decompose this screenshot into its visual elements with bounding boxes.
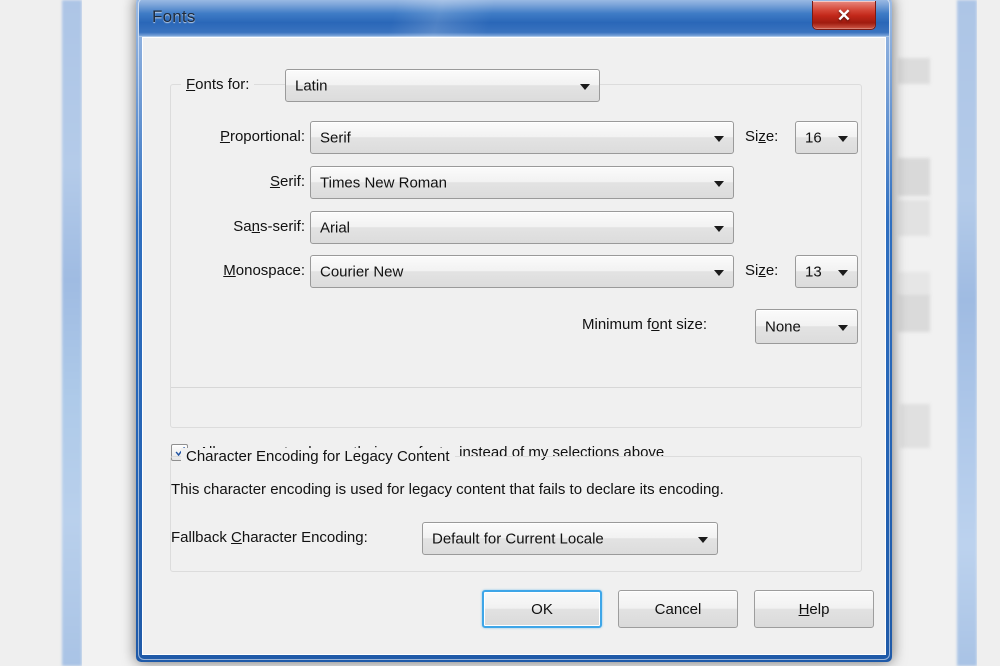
backdrop-block	[900, 404, 930, 448]
proportional-size-label: Size:	[745, 128, 779, 145]
chevron-down-icon	[838, 324, 848, 331]
monospace-size-value: 13	[805, 263, 822, 280]
minimum-font-size-select[interactable]: None	[755, 309, 858, 344]
serif-select[interactable]: Times New Roman	[310, 166, 734, 199]
backdrop-block	[898, 272, 930, 294]
screen-root: Fonts ✕ Fonts for: Latin Proportional: S…	[0, 0, 1000, 666]
sans-serif-value: Arial	[320, 219, 351, 236]
backdrop-block	[898, 200, 930, 236]
backdrop-block	[898, 58, 930, 84]
chevron-down-icon	[714, 225, 724, 232]
dialog-client-area: Fonts for: Latin Proportional: Serif Siz…	[142, 37, 886, 655]
proportional-size-select[interactable]: 16	[795, 121, 858, 154]
proportional-size-value: 16	[805, 129, 822, 146]
fonts-for-select[interactable]: Latin	[285, 69, 600, 102]
monospace-size-select[interactable]: 13	[795, 255, 858, 288]
sans-serif-label: Sans-serif:	[233, 218, 305, 235]
fonts-for-value: Latin	[295, 77, 328, 94]
backdrop-column-left	[0, 0, 62, 666]
fallback-encoding-label: Fallback Character Encoding:	[171, 529, 368, 546]
proportional-label: Proportional:	[219, 128, 305, 145]
minimum-font-size-label: Minimum font size:	[582, 316, 708, 333]
cancel-button-label: Cancel	[654, 600, 702, 618]
chevron-down-icon	[698, 536, 708, 543]
ok-button-label: OK	[531, 600, 553, 618]
serif-label: Serif:	[269, 173, 305, 190]
ok-button[interactable]: OK	[482, 590, 602, 628]
minimum-font-size-value: None	[765, 318, 801, 335]
backdrop-stripe-left	[62, 0, 82, 666]
dialog-title: Fonts	[152, 7, 196, 26]
chevron-down-icon	[714, 269, 724, 276]
backdrop-column-right	[977, 0, 1000, 666]
encoding-group-title: Character Encoding for Legacy Content	[181, 448, 455, 465]
chevron-down-icon	[838, 269, 848, 276]
backdrop-block	[898, 294, 930, 332]
chevron-down-icon	[580, 83, 590, 90]
chevron-down-icon	[714, 180, 724, 187]
proportional-select[interactable]: Serif	[310, 121, 734, 154]
help-button[interactable]: Help	[754, 590, 874, 628]
help-button-label: Help	[798, 600, 830, 618]
backdrop-block	[898, 158, 930, 196]
monospace-label: Monospace:	[223, 262, 305, 279]
close-icon: ✕	[836, 5, 852, 25]
backdrop-stripe-right	[957, 0, 977, 666]
close-button[interactable]: ✕	[812, 1, 876, 30]
fallback-encoding-select[interactable]: Default for Current Locale	[422, 522, 718, 555]
chevron-down-icon	[714, 135, 724, 142]
chevron-down-icon	[838, 135, 848, 142]
backdrop-column-mid	[82, 0, 140, 666]
cancel-button[interactable]: Cancel	[618, 590, 738, 628]
proportional-value: Serif	[320, 129, 351, 146]
monospace-size-label: Size:	[745, 262, 779, 279]
fonts-dialog-window: Fonts ✕ Fonts for: Latin Proportional: S…	[136, 0, 892, 662]
monospace-select[interactable]: Courier New	[310, 255, 734, 288]
serif-value: Times New Roman	[320, 174, 447, 191]
dialog-content: Fonts for: Latin Proportional: Serif Siz…	[143, 38, 885, 654]
fallback-encoding-value: Default for Current Locale	[432, 530, 604, 547]
encoding-description: This character encoding is used for lega…	[171, 481, 724, 498]
section-separator	[171, 387, 861, 388]
dialog-titlebar[interactable]: Fonts ✕	[139, 0, 889, 37]
sans-serif-select[interactable]: Arial	[310, 211, 734, 244]
monospace-value: Courier New	[320, 263, 404, 280]
fonts-for-label: Fonts for:	[181, 76, 255, 93]
